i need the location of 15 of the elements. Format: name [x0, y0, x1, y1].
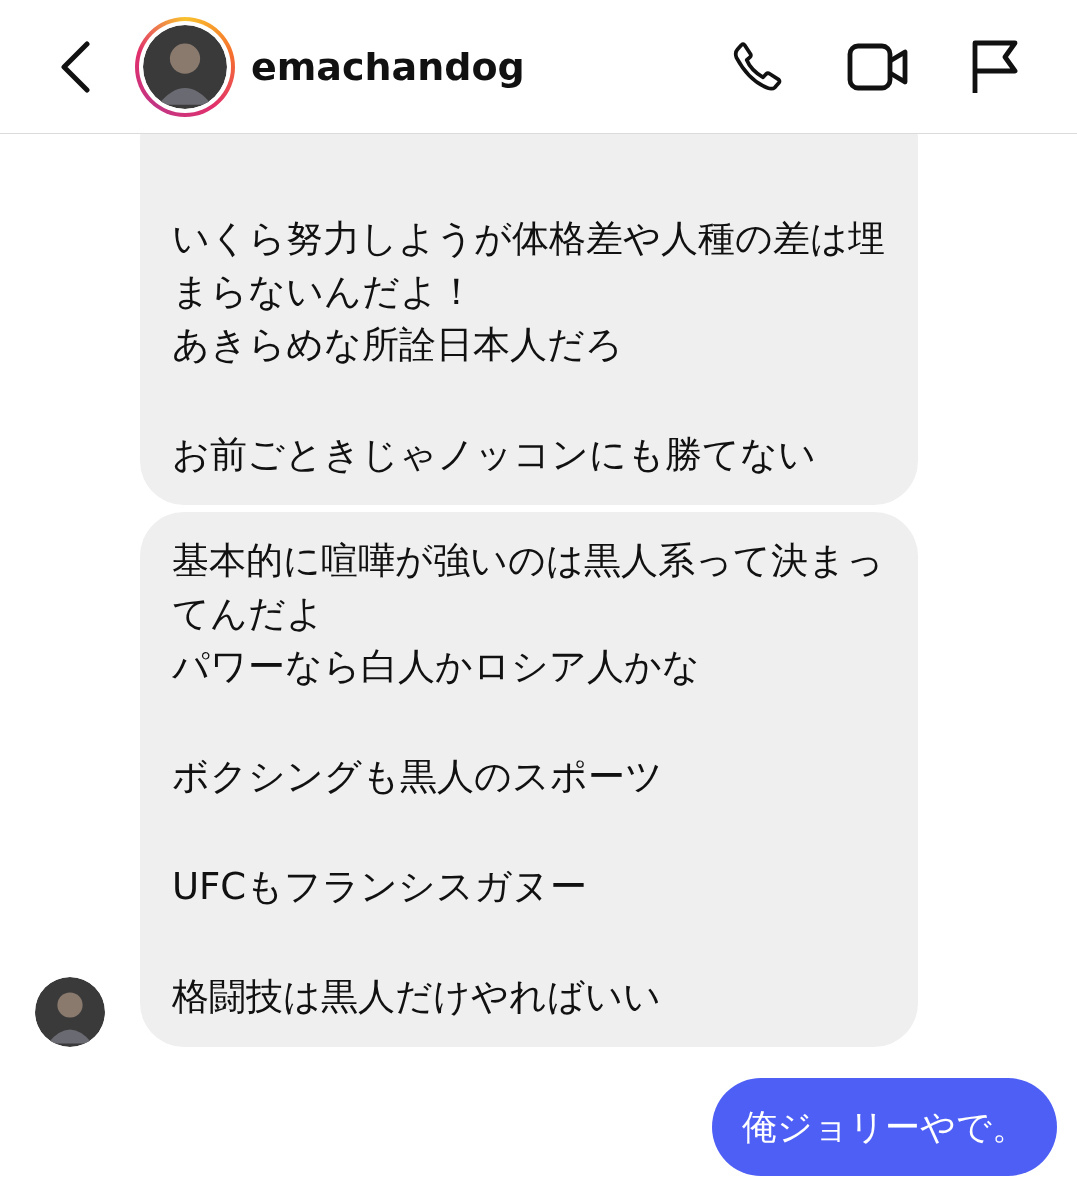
message-text: いくら努力しようが体格差や人種の差は埋まらないんだよ！: [172, 216, 886, 315]
back-icon[interactable]: [60, 40, 90, 93]
message-text: 格闘技は黒人だけやればいい: [172, 974, 662, 1020]
username[interactable]: emachandog: [251, 44, 729, 89]
avatar-icon[interactable]: [35, 977, 105, 1047]
message-text: あきらめな所詮日本人だろ: [172, 322, 624, 368]
video-camera-icon[interactable]: [847, 41, 909, 92]
message-text: UFCもフランシスガヌー: [172, 864, 589, 910]
flag-icon[interactable]: [971, 38, 1019, 95]
message-text: お前ごときじゃノッコンにも勝てない: [172, 432, 817, 478]
message-bubble: 俺ジョリーやで。: [712, 1078, 1057, 1176]
message-text: 基本的に喧嘩が強いのは黒人系って決まってんだよ: [172, 538, 885, 637]
message-text: パワーなら白人かロシア人かな: [172, 644, 701, 690]
avatar-icon[interactable]: [143, 24, 227, 109]
message-text: ボクシングも黒人のスポーツ: [172, 754, 664, 800]
